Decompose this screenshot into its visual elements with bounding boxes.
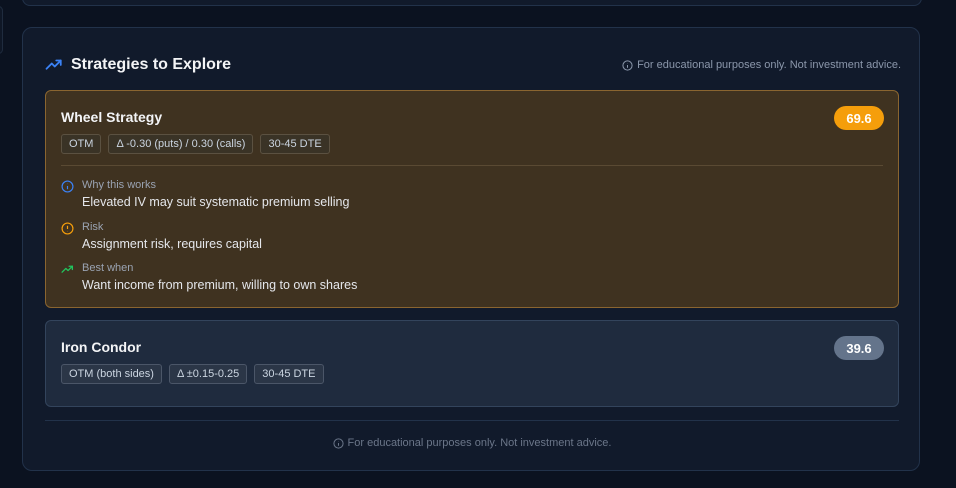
info-icon (332, 437, 344, 449)
detail-why: Why this works Elevated IV may suit syst… (61, 179, 349, 209)
sidebar-edge (0, 6, 3, 54)
tag-dte: 30-45 DTE (260, 134, 330, 154)
strategy-name: Iron Condor (61, 339, 142, 355)
strategy-tags: OTM (both sides) Δ ±0.15-0.25 30-45 DTE (61, 364, 324, 384)
disclaimer-top: For educational purposes only. Not inves… (622, 59, 901, 71)
panel-header: Strategies to Explore For educational pu… (45, 55, 901, 75)
best-label: Best when (82, 262, 134, 274)
score-badge: 39.6 (834, 336, 884, 360)
why-text: Elevated IV may suit systematic premium … (82, 195, 350, 209)
trending-up-icon (61, 265, 74, 273)
panel-title-group: Strategies to Explore (45, 56, 231, 74)
tag-dte: 30-45 DTE (254, 364, 324, 384)
footer-divider (45, 420, 899, 421)
risk-text: Assignment risk, requires capital (82, 237, 262, 251)
strategy-name: Wheel Strategy (61, 109, 163, 125)
tag-moneyness: OTM (both sides) (61, 364, 162, 384)
strategy-card-iron-condor[interactable]: Iron Condor 39.6 OTM (both sides) Δ ±0.1… (45, 320, 899, 407)
best-text: Want income from premium, willing to own… (82, 278, 358, 292)
detail-risk: Risk Assignment risk, requires capital (61, 221, 262, 251)
disclaimer-bottom: For educational purposes only. Not inves… (23, 437, 921, 449)
detail-best: Best when Want income from premium, will… (61, 262, 357, 292)
strategies-panel: Strategies to Explore For educational pu… (22, 27, 920, 471)
alert-circle-icon (61, 222, 74, 235)
tag-delta: Δ -0.30 (puts) / 0.30 (calls) (108, 134, 254, 154)
why-label: Why this works (82, 179, 156, 191)
info-icon (622, 59, 633, 71)
disclaimer-bottom-text: For educational purposes only. Not inves… (347, 437, 612, 449)
tag-moneyness: OTM (61, 134, 102, 154)
previous-card (22, 0, 922, 6)
info-icon (61, 180, 74, 193)
score-badge: 69.6 (834, 106, 884, 130)
card-divider (61, 165, 883, 166)
risk-label: Risk (82, 221, 104, 233)
strategy-card-wheel[interactable]: Wheel Strategy 69.6 OTM Δ -0.30 (puts) /… (45, 90, 899, 308)
strategy-tags: OTM Δ -0.30 (puts) / 0.30 (calls) 30-45 … (61, 134, 330, 154)
disclaimer-top-text: For educational purposes only. Not inves… (637, 59, 901, 71)
panel-title: Strategies to Explore (71, 56, 232, 73)
tag-delta: Δ ±0.15-0.25 (168, 364, 248, 384)
trending-up-icon (45, 59, 62, 70)
